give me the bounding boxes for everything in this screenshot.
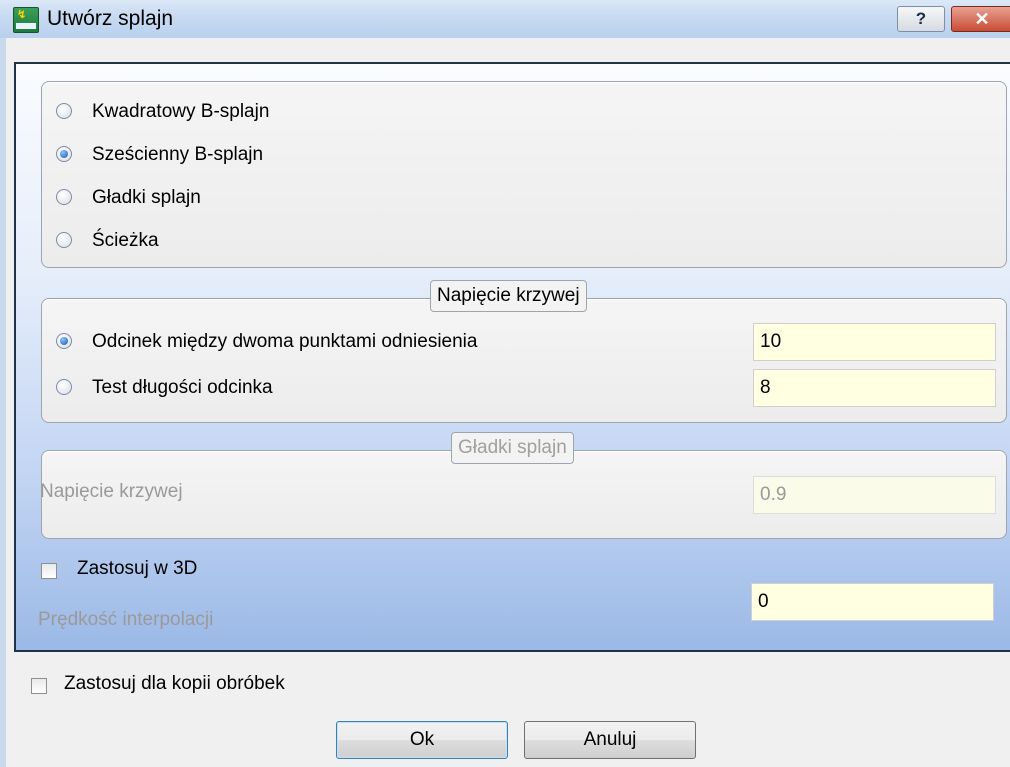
- apply-copies-label: Zastosuj dla kopii obróbek: [64, 673, 285, 694]
- close-button[interactable]: ✕: [951, 6, 1010, 32]
- radio-label: Sześcienny B-splajn: [92, 144, 264, 165]
- app-icon: ↯: [13, 7, 39, 33]
- apply-3d-checkbox[interactable]: [41, 563, 57, 579]
- apply-3d-label: Zastosuj w 3D: [77, 558, 198, 579]
- curve-tension-group: Napięcie krzywej Odcinek między dwoma pu…: [41, 280, 1007, 423]
- interpolation-speed-label: Prędkość interpolacji: [38, 609, 214, 630]
- spline-type-group: Kwadratowy B-splajn Sześcienny B-splajn …: [41, 81, 1007, 268]
- help-button[interactable]: ?: [897, 6, 945, 32]
- cancel-button[interactable]: Anuluj: [524, 721, 696, 759]
- radio-button[interactable]: [56, 103, 72, 119]
- create-spline-dialog: ↯ Utwórz splajn ? ✕ Kwadratowy B-splajn …: [0, 0, 1010, 767]
- radio-label: Gładki splajn: [92, 187, 201, 208]
- ok-button[interactable]: Ok: [336, 721, 508, 759]
- radio-button[interactable]: [56, 146, 72, 162]
- radio-label: Test długości odcinka: [92, 377, 273, 398]
- dialog-title: Utwórz splajn: [47, 7, 174, 30]
- smooth-spline-legend: Gładki splajn: [451, 432, 574, 464]
- radio-label: Odcinek między dwoma punktami odniesieni…: [92, 331, 478, 352]
- title-bar[interactable]: ↯ Utwórz splajn ? ✕: [0, 0, 1010, 39]
- radio-label: Kwadratowy B-splajn: [92, 101, 270, 122]
- radio-button[interactable]: [56, 189, 72, 205]
- interpolation-speed-field[interactable]: 0: [751, 583, 994, 621]
- smooth-tension-label: Napięcie krzywej: [40, 481, 183, 502]
- options-panel: Kwadratowy B-splajn Sześcienny B-splajn …: [14, 62, 1010, 652]
- segment-value-field[interactable]: 10: [753, 323, 996, 361]
- curve-tension-legend: Napięcie krzywej: [430, 280, 587, 312]
- segment-length-field[interactable]: 8: [753, 369, 996, 407]
- radio-label: Ścieżka: [92, 230, 159, 251]
- radio-button[interactable]: [56, 232, 72, 248]
- smooth-tension-field[interactable]: 0.9: [753, 476, 996, 514]
- apply-copies-checkbox[interactable]: [31, 678, 47, 694]
- radio-button[interactable]: [56, 333, 72, 349]
- smooth-spline-group: Gładki splajn Napięcie krzywej 0.9: [40, 432, 1007, 539]
- radio-button[interactable]: [56, 379, 72, 395]
